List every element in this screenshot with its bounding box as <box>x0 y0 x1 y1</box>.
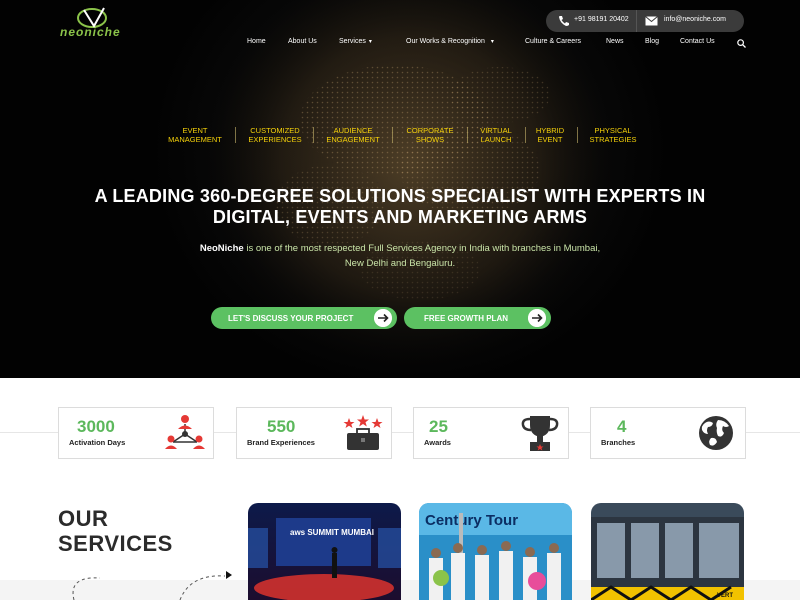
stat-card-awards: 25 Awards <box>413 407 569 459</box>
headline-line: A LEADING 360-DEGREE SOLUTIONS SPECIALIS… <box>94 186 706 206</box>
service-line: LAUNCH <box>480 135 512 144</box>
card-image: VERT <box>591 503 744 600</box>
trophy-icon <box>521 416 559 451</box>
decorative-dashed-arrow <box>72 571 232 600</box>
service-line: CUSTOMIZED <box>250 126 300 135</box>
stat-card-brand-experiences: 550 Brand Experiences <box>236 407 392 459</box>
phone-icon <box>559 16 569 26</box>
subtitle-brand: NeoNiche <box>199 243 244 254</box>
arrow-right-icon <box>528 309 546 327</box>
service-line: EXPERIENCES <box>248 135 302 144</box>
mail-icon <box>645 16 658 26</box>
main-nav: Home About Us Services ▾ Our Works & Reco… <box>0 38 800 50</box>
service-line: AUDIENCE <box>333 126 373 135</box>
hero-services-list: EVENT MANAGEMENT CUSTOMIZED EXPERIENCES AU… <box>0 126 800 148</box>
stat-card-branches: 4 Branches <box>590 407 746 459</box>
card-image: aws SUMMIT MUMBAI <box>248 503 401 600</box>
nav-blog[interactable]: Blog <box>645 38 659 45</box>
card-caption: VERT <box>717 593 733 599</box>
card-caption: Century Tour <box>425 512 518 529</box>
contact-bar: +91 98191 20402 info@neoniche.com <box>546 10 744 32</box>
stat-label: Brand Experiences <box>247 438 315 447</box>
card-caption: aws SUMMIT MUMBAI <box>290 528 374 537</box>
service-line: PHYSICAL <box>594 126 632 135</box>
hero-section: neoniche +91 98191 20402 info@neoniche.c… <box>0 0 800 378</box>
service-separator <box>525 127 526 143</box>
nav-culture-careers[interactable]: Culture & Careers <box>525 38 581 45</box>
stat-value: 4 <box>617 417 627 436</box>
hero-service-item[interactable]: AUDIENCE ENGAGEMENT <box>323 126 383 144</box>
contact-divider <box>636 10 637 32</box>
nav-our-works-label: Our Works & Recognition <box>406 38 485 45</box>
hero-service-item[interactable]: HYBRID EVENT <box>531 126 569 144</box>
service-line: CORPORATE <box>406 126 454 135</box>
nav-services-label: Services <box>339 38 366 45</box>
title-line: OUR <box>58 506 109 531</box>
service-line: STRATEGIES <box>589 135 637 144</box>
nav-contact-us[interactable]: Contact Us <box>680 38 715 45</box>
service-line: MANAGEMENT <box>168 135 222 144</box>
service-line: ENGAGEMENT <box>326 135 380 144</box>
service-card-exhibition-stall[interactable]: VERT <box>591 503 744 600</box>
service-separator <box>577 127 578 143</box>
hero-service-item[interactable]: CORPORATE SHOWS <box>401 126 459 144</box>
stat-label: Activation Days <box>69 438 126 447</box>
service-separator <box>467 127 468 143</box>
subtitle-line: New Delhi and Bengaluru. <box>344 258 456 269</box>
nav-home[interactable]: Home <box>247 38 266 45</box>
globe-icon <box>699 416 733 450</box>
service-separator <box>392 127 393 143</box>
service-line: EVENT <box>537 135 563 144</box>
network-people-icon <box>165 415 205 449</box>
briefcase-stars-icon <box>343 415 383 450</box>
chevron-down-icon: ▾ <box>490 39 494 45</box>
hero-service-item[interactable]: CUSTOMIZED EXPERIENCES <box>245 126 305 144</box>
button-label: LET'S DISCUSS YOUR PROJECT <box>228 314 354 323</box>
card-image: Century Tour <box>419 503 572 600</box>
search-icon[interactable] <box>737 39 746 48</box>
service-line: HYBRID <box>535 126 565 135</box>
nav-services[interactable]: Services ▾ <box>339 38 372 45</box>
service-separator <box>235 127 236 143</box>
hero-service-item[interactable]: EVENT MANAGEMENT <box>164 126 226 144</box>
stat-value: 3000 <box>77 417 115 436</box>
hero-service-item[interactable]: VIRTUAL LAUNCH <box>474 126 518 144</box>
service-card-century-tour[interactable]: Century Tour <box>419 503 572 600</box>
phone-link[interactable]: +91 98191 20402 <box>574 16 629 23</box>
logo-text: neoniche <box>60 25 121 39</box>
button-label: FREE GROWTH PLAN <box>424 314 508 323</box>
nav-news[interactable]: News <box>606 38 624 45</box>
stat-card-activation-days: 3000 Activation Days <box>58 407 214 459</box>
title-line: SERVICES <box>58 531 173 556</box>
discuss-project-button[interactable]: LET'S DISCUSS YOUR PROJECT <box>211 307 397 329</box>
email-link[interactable]: info@neoniche.com <box>664 16 726 23</box>
service-separator <box>313 127 314 143</box>
our-services-title: OUR SERVICES <box>58 506 173 556</box>
service-card-aws-summit[interactable]: aws SUMMIT MUMBAI <box>248 503 401 600</box>
stat-label: Branches <box>601 438 636 447</box>
stat-label: Awards <box>424 438 451 447</box>
free-growth-plan-button[interactable]: FREE GROWTH PLAN <box>404 307 551 329</box>
subtitle-line: NeoNiche is one of the most respected Fu… <box>150 241 650 256</box>
hero-subtitle: NeoNiche is one of the most respected Fu… <box>150 241 650 271</box>
service-line: SHOWS <box>415 135 445 144</box>
stat-value: 25 <box>429 417 448 436</box>
nav-about-us[interactable]: About Us <box>288 38 317 45</box>
hero-service-item[interactable]: PHYSICAL STRATEGIES <box>584 126 642 144</box>
arrow-right-icon <box>374 309 392 327</box>
headline-line: DIGITAL, EVENTS AND MARKETING ARMS <box>212 207 588 227</box>
subtitle-text: is one of the most respected Full Servic… <box>243 243 601 254</box>
stat-value: 550 <box>267 417 296 436</box>
chevron-down-icon: ▾ <box>368 39 372 45</box>
hero-headline: A LEADING 360-DEGREE SOLUTIONS SPECIALIS… <box>60 186 740 228</box>
service-line: EVENT <box>182 126 208 135</box>
nav-our-works[interactable]: Our Works & Recognition ▾ <box>406 38 494 45</box>
service-line: VIRTUAL <box>480 126 512 135</box>
